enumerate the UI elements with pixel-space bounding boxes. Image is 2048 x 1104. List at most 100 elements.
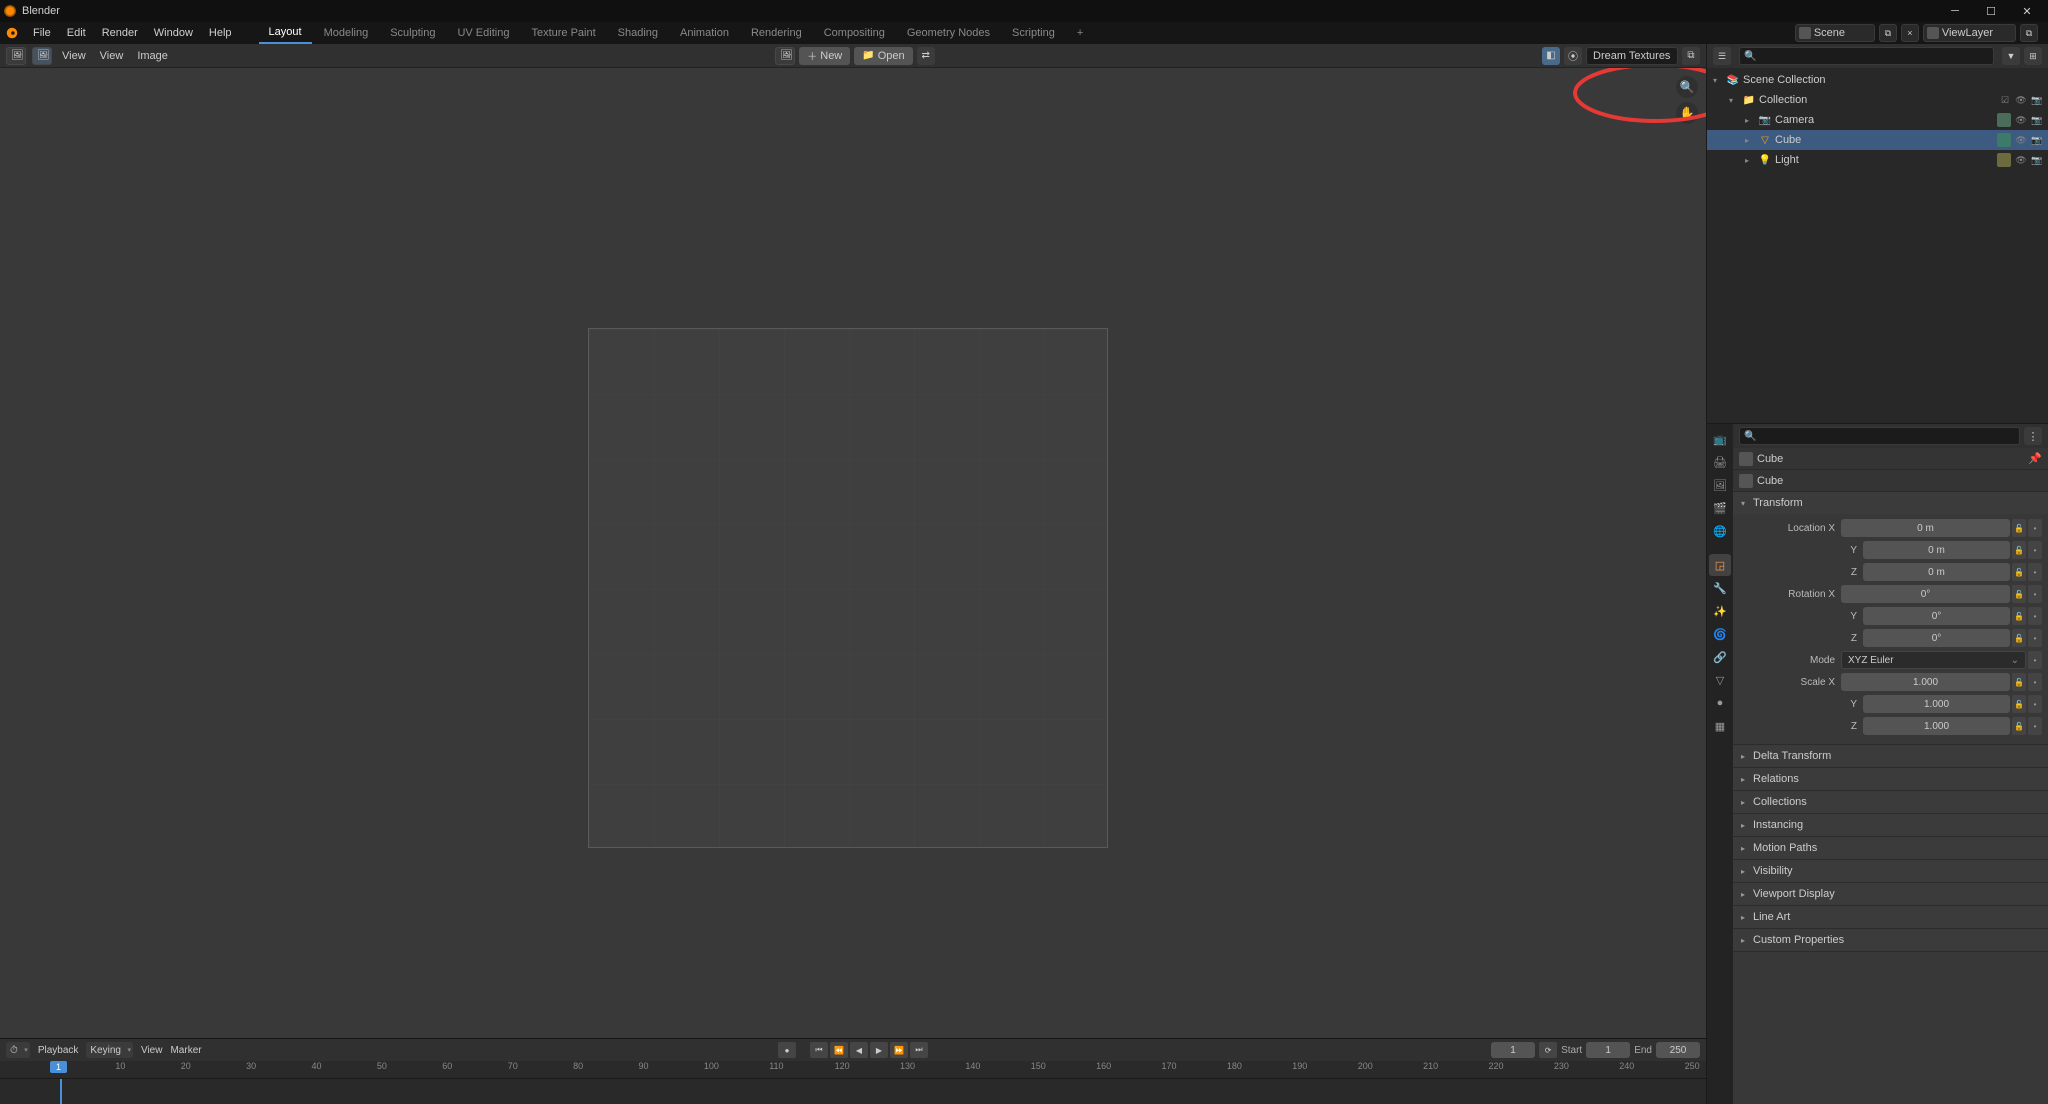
viewlayer-new-button[interactable]: ⧉ [2020,24,2038,42]
section-collections[interactable]: Collections [1733,791,2048,813]
lock-icon[interactable]: 🔓 [2012,519,2026,537]
workspace-tab-rendering[interactable]: Rendering [741,22,812,44]
next-key-button[interactable]: ⏩ [890,1042,908,1058]
eye-icon[interactable]: 👁 [2014,133,2028,147]
outliner-tree[interactable]: ▾📚 Scene Collection ▾📁 Collection ☑👁📷 ▸📷… [1707,68,2048,423]
properties-search-input[interactable]: 🔍 [1739,427,2020,445]
pan-gizmo-icon[interactable]: ✋ [1676,102,1698,124]
outliner-item-camera[interactable]: ▸📷 Camera 👁📷 [1707,110,2048,130]
tab-particle-icon[interactable]: ✨ [1709,600,1731,622]
render-icon[interactable]: 📷 [2030,113,2044,127]
section-transform[interactable]: Transform [1733,492,2048,514]
new-image-button[interactable]: ＋ New [799,47,850,65]
workspace-tab-add[interactable]: + [1067,22,1093,44]
tab-render-icon[interactable]: 📺 [1709,428,1731,450]
window-minimize-button[interactable]: ─ [1938,0,1972,22]
gizmo-toggle-icon[interactable]: ⦿ [1564,47,1582,65]
rotation-mode-dropdown[interactable]: XYZ Euler [1841,651,2026,669]
zoom-gizmo-icon[interactable]: 🔍 [1676,76,1698,98]
workspace-tab-scripting[interactable]: Scripting [1002,22,1065,44]
tab-texture-icon[interactable]: ▦ [1709,715,1731,737]
workspace-tab-geonodes[interactable]: Geometry Nodes [897,22,1000,44]
tab-modifier-icon[interactable]: 🔧 [1709,577,1731,599]
outliner-search-input[interactable]: 🔍 [1739,47,1994,65]
section-visibility[interactable]: Visibility [1733,860,2048,882]
viewlayer-selector[interactable]: ViewLayer [1923,24,2016,42]
outliner-item-light[interactable]: ▸💡 Light 👁📷 [1707,150,2048,170]
playhead[interactable] [60,1079,62,1104]
workspace-tab-shading[interactable]: Shading [608,22,668,44]
field-location-y[interactable]: 0 m [1863,541,2010,559]
prev-key-button[interactable]: ⏪ [830,1042,848,1058]
outliner-filter-icon[interactable]: ▼ [2002,47,2020,65]
tab-physics-icon[interactable]: 🌀 [1709,623,1731,645]
timeline-ruler[interactable]: 0102030405060708090100110120130140150160… [0,1061,1706,1079]
tab-scene-icon[interactable]: 🎬 [1709,497,1731,519]
field-location-x[interactable]: 0 m [1841,519,2010,537]
outliner-item-cube[interactable]: ▸▽ Cube 👁📷 [1707,130,2048,150]
eye-icon[interactable]: 👁 [2014,93,2028,107]
section-delta transform[interactable]: Delta Transform [1733,745,2048,767]
eye-icon[interactable]: 👁 [2014,153,2028,167]
image-editor-viewport[interactable]: 🔍 ✋ [0,68,1706,1038]
field-scale-y[interactable]: 1.000 [1863,695,2010,713]
section-relations[interactable]: Relations [1733,768,2048,790]
tab-viewlayer-icon[interactable]: 🖼 [1709,474,1731,496]
section-motion paths[interactable]: Motion Paths [1733,837,2048,859]
section-viewport display[interactable]: Viewport Display [1733,883,2048,905]
pin-icon[interactable]: 📌 [2028,452,2042,465]
field-rotation-y[interactable]: 0° [1863,607,2010,625]
end-frame-field[interactable]: 250 [1656,1042,1700,1058]
timeline-marker[interactable]: Marker [170,1045,201,1056]
outliner-mode-dropdown[interactable]: ☰ [1713,47,1731,65]
current-frame-field[interactable]: 1 [1491,1042,1535,1058]
render-icon[interactable]: 📷 [2030,153,2044,167]
tab-object-icon[interactable]: ◲ [1709,554,1731,576]
editor-mode-dropdown[interactable]: 🖼 [32,47,52,65]
workspace-tab-layout[interactable]: Layout [259,22,312,44]
menu-view-1[interactable]: View [58,50,90,62]
field-location-z[interactable]: 0 m [1863,563,2010,581]
tab-material-icon[interactable]: ● [1709,692,1731,714]
field-scale-x[interactable]: 1.000 [1841,673,2010,691]
menu-view-2[interactable]: View [96,50,128,62]
workspace-tab-sculpting[interactable]: Sculpting [380,22,445,44]
properties-options-icon[interactable]: ⋮ [2024,427,2042,445]
blender-icon[interactable] [4,25,20,41]
section-instancing[interactable]: Instancing [1733,814,2048,836]
workspace-tab-compositing[interactable]: Compositing [814,22,895,44]
section-custom properties[interactable]: Custom Properties [1733,929,2048,951]
scene-new-button[interactable]: ⧉ [1879,24,1897,42]
scene-pin-button[interactable]: × [1901,24,1919,42]
render-icon[interactable]: 📷 [2030,133,2044,147]
outliner-new-collection-icon[interactable]: ⊞ [2024,47,2042,65]
start-frame-field[interactable]: 1 [1586,1042,1630,1058]
image-selector-dropdown[interactable]: 🖼 [775,47,795,65]
tab-constraint-icon[interactable]: 🔗 [1709,646,1731,668]
outliner-scene-collection[interactable]: ▾📚 Scene Collection [1707,70,2048,90]
play-reverse-button[interactable]: ◀ [850,1042,868,1058]
properties-crumb-1[interactable]: Cube📌 [1733,448,2048,470]
menu-render[interactable]: Render [95,22,145,44]
overlay-toggle-icon[interactable]: ◧ [1542,47,1560,65]
window-maximize-button[interactable]: ☐ [1974,0,2008,22]
timeline-track[interactable] [0,1079,1706,1104]
field-rotation-x[interactable]: 0° [1841,585,2010,603]
scene-selector[interactable]: Scene [1795,24,1875,42]
timeline-playback[interactable]: Playback [38,1045,79,1056]
section-line art[interactable]: Line Art [1733,906,2048,928]
editor-type-dropdown[interactable]: 🖼 [6,47,26,65]
window-close-button[interactable]: ✕ [2010,0,2044,22]
eye-icon[interactable]: 👁 [2014,113,2028,127]
workspace-tab-modeling[interactable]: Modeling [314,22,379,44]
open-image-button[interactable]: 📁 Open [854,47,912,65]
workspace-tab-uvediting[interactable]: UV Editing [447,22,519,44]
menu-help[interactable]: Help [202,22,239,44]
menu-image[interactable]: Image [133,50,172,62]
menu-edit[interactable]: Edit [60,22,93,44]
tab-output-icon[interactable]: 🖨 [1709,451,1731,473]
render-icon[interactable]: 📷 [2030,93,2044,107]
anim-dot-icon[interactable]: • [2028,519,2042,537]
field-scale-z[interactable]: 1.000 [1863,717,2010,735]
jump-end-button[interactable]: ⏭ [910,1042,928,1058]
